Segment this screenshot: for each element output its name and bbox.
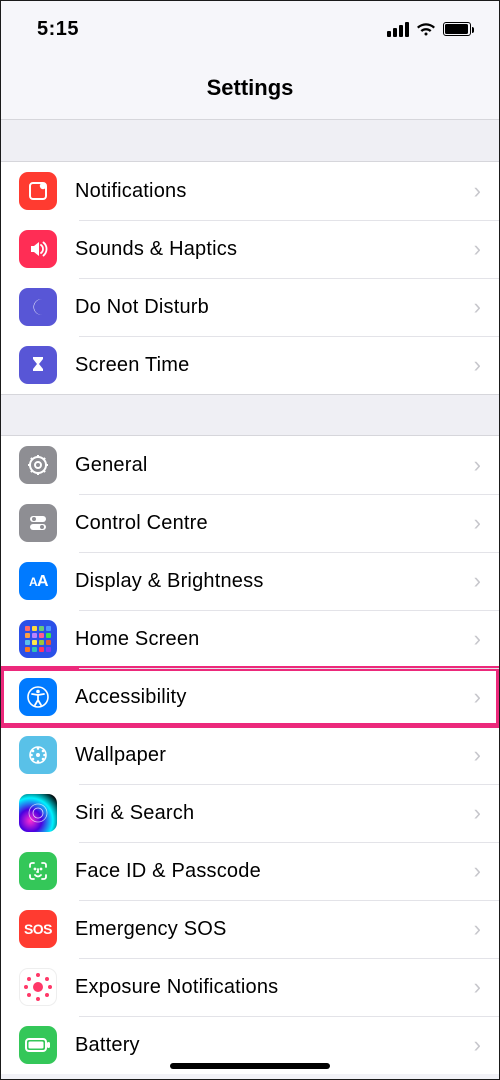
cell-label: Home Screen — [75, 628, 474, 651]
chevron-right-icon: › — [474, 1032, 481, 1058]
wifi-icon — [416, 22, 436, 37]
group-spacer — [1, 120, 499, 162]
status-indicators — [387, 22, 471, 37]
chevron-right-icon: › — [474, 974, 481, 1000]
cell-label: Face ID & Passcode — [75, 860, 474, 883]
cell-dnd[interactable]: Do Not Disturb › — [1, 278, 499, 336]
chevron-right-icon: › — [474, 236, 481, 262]
sos-icon: SOS — [19, 910, 57, 948]
cell-label: General — [75, 454, 474, 477]
settings-screen: 5:15 Settings Notifications › Sounds & H… — [0, 0, 500, 1080]
face-id-icon — [19, 852, 57, 890]
cell-general[interactable]: General › — [1, 436, 499, 494]
cell-exposure[interactable]: Exposure Notifications › — [1, 958, 499, 1016]
moon-icon — [19, 288, 57, 326]
cell-label: Emergency SOS — [75, 918, 474, 941]
gear-icon — [19, 446, 57, 484]
text-size-icon: AA — [19, 562, 57, 600]
group-spacer — [1, 394, 499, 436]
cell-controlcentre[interactable]: Control Centre › — [1, 494, 499, 552]
cell-accessibility[interactable]: Accessibility › — [1, 668, 499, 726]
cell-label: Wallpaper — [75, 744, 474, 767]
cell-faceid[interactable]: Face ID & Passcode › — [1, 842, 499, 900]
battery-icon — [19, 1026, 57, 1064]
cell-siri[interactable]: Siri & Search › — [1, 784, 499, 842]
siri-icon — [19, 794, 57, 832]
battery-icon — [443, 22, 471, 36]
home-screen-icon — [19, 620, 57, 658]
cell-label: Accessibility — [75, 686, 474, 709]
hourglass-icon — [19, 346, 57, 384]
chevron-right-icon: › — [474, 568, 481, 594]
cell-display[interactable]: AA Display & Brightness › — [1, 552, 499, 610]
cellular-signal-icon — [387, 22, 409, 37]
wallpaper-icon — [19, 736, 57, 774]
cell-label: Battery — [75, 1034, 474, 1057]
cell-label: Do Not Disturb — [75, 296, 474, 319]
chevron-right-icon: › — [474, 510, 481, 536]
cell-label: Notifications — [75, 180, 474, 203]
chevron-right-icon: › — [474, 916, 481, 942]
notifications-icon — [19, 172, 57, 210]
svg-text:A: A — [37, 573, 49, 590]
chevron-right-icon: › — [474, 800, 481, 826]
cell-label: Exposure Notifications — [75, 976, 474, 999]
cell-label: Sounds & Haptics — [75, 238, 474, 261]
chevron-right-icon: › — [474, 626, 481, 652]
chevron-right-icon: › — [474, 178, 481, 204]
sounds-icon — [19, 230, 57, 268]
cell-label: Control Centre — [75, 512, 474, 535]
status-bar: 5:15 — [1, 1, 499, 57]
cell-notifications[interactable]: Notifications › — [1, 162, 499, 220]
cell-label: Siri & Search — [75, 802, 474, 825]
home-indicator[interactable] — [170, 1063, 330, 1069]
accessibility-icon — [19, 678, 57, 716]
cell-label: Display & Brightness — [75, 570, 474, 593]
page-title: Settings — [1, 75, 499, 101]
chevron-right-icon: › — [474, 858, 481, 884]
cell-wallpaper[interactable]: Wallpaper › — [1, 726, 499, 784]
toggles-icon — [19, 504, 57, 542]
chevron-right-icon: › — [474, 452, 481, 478]
exposure-icon — [19, 968, 57, 1006]
chevron-right-icon: › — [474, 742, 481, 768]
settings-group-2: General › Control Centre › AA Display & … — [1, 436, 499, 1074]
nav-header: Settings — [1, 57, 499, 120]
chevron-right-icon: › — [474, 684, 481, 710]
cell-homescreen[interactable]: Home Screen › — [1, 610, 499, 668]
chevron-right-icon: › — [474, 352, 481, 378]
cell-sos[interactable]: SOS Emergency SOS › — [1, 900, 499, 958]
settings-group-1: Notifications › Sounds & Haptics › Do No… — [1, 162, 499, 394]
chevron-right-icon: › — [474, 294, 481, 320]
status-time: 5:15 — [37, 18, 79, 41]
cell-label: Screen Time — [75, 354, 474, 377]
cell-sounds[interactable]: Sounds & Haptics › — [1, 220, 499, 278]
cell-screentime[interactable]: Screen Time › — [1, 336, 499, 394]
